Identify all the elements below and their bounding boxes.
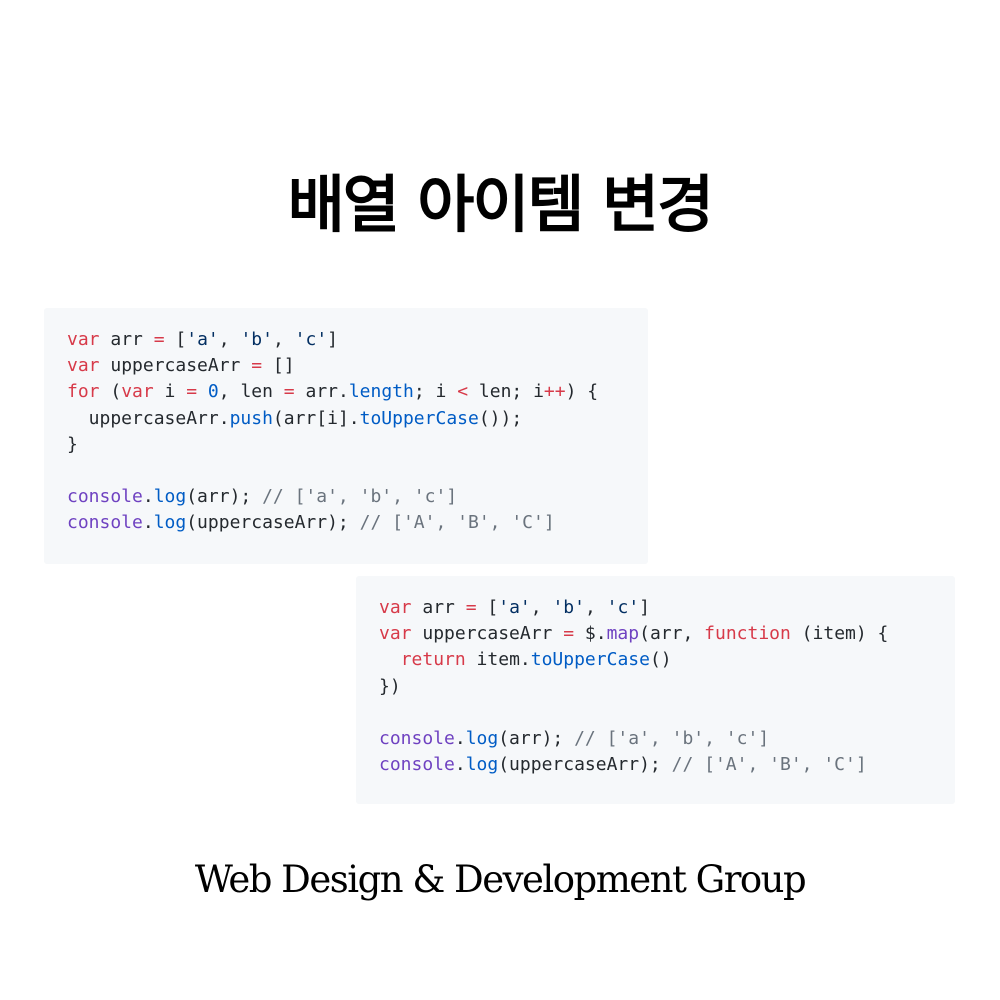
code-token-plain: , bbox=[584, 597, 607, 618]
code-token-keyword: var bbox=[67, 355, 100, 377]
code-line: console.log(uppercaseArr); // ['A', 'B',… bbox=[379, 752, 955, 778]
code-token-keyword: = bbox=[465, 597, 477, 618]
code-token-prop: toUpperCase bbox=[359, 407, 479, 429]
code-token-comment: // ['A', 'B', 'C'] bbox=[359, 512, 555, 534]
code-token-plain: (uppercaseArr); bbox=[498, 754, 672, 776]
code-token-plain: (arr, bbox=[639, 623, 705, 645]
code-token-string: 'c' bbox=[606, 597, 640, 618]
code-token-plain: uppercaseArr bbox=[99, 355, 252, 377]
code-token-plain: } bbox=[67, 433, 78, 455]
code-block-jquery-map: var arr = ['a', 'b', 'c'] var uppercaseAr… bbox=[356, 576, 955, 804]
code-token-plain: . bbox=[142, 512, 154, 534]
code-token-plain: , bbox=[272, 329, 295, 350]
code-token-plain: . bbox=[142, 486, 154, 508]
code-token-prop: length bbox=[348, 381, 414, 403]
code-token-plain: ( bbox=[99, 381, 122, 403]
code-token-plain: i bbox=[153, 381, 187, 403]
code-token-plain: arr bbox=[99, 329, 154, 350]
code-token-comment: // ['A', 'B', 'C'] bbox=[671, 754, 867, 776]
code-line: return item.toUpperCase() bbox=[379, 647, 955, 673]
code-line: var uppercaseArr = [] bbox=[67, 353, 648, 379]
code-token-keyword: return bbox=[400, 649, 466, 671]
code-token-prop: log bbox=[465, 727, 499, 749]
code-token-keyword: var bbox=[379, 623, 412, 645]
code-token-string: 'b' bbox=[552, 597, 585, 618]
code-token-func: console bbox=[379, 727, 455, 749]
code-line: var uppercaseArr = $.map(arr, function (… bbox=[379, 621, 955, 647]
code-token-string: 'a' bbox=[186, 329, 219, 350]
code-line: for (var i = 0, len = arr.length; i < le… bbox=[67, 379, 648, 405]
code-token-plain: ) { bbox=[565, 381, 599, 403]
code-token-prop: log bbox=[465, 754, 499, 776]
code-token-string: 'a' bbox=[498, 597, 531, 618]
code-token-keyword: = bbox=[153, 329, 165, 350]
code-token-plain: . bbox=[454, 727, 466, 749]
code-line: var arr = ['a', 'b', 'c'] bbox=[67, 327, 648, 353]
code-token-plain: , bbox=[530, 597, 553, 618]
code-token-plain: ] bbox=[327, 329, 338, 350]
code-token-plain: uppercaseArr bbox=[411, 623, 564, 645]
footer-group-name: Web Design & Development Group bbox=[194, 858, 807, 901]
code-token-prop: toUpperCase bbox=[530, 649, 650, 671]
code-token-plain: arr. bbox=[294, 381, 349, 403]
code-token-prop: push bbox=[229, 407, 273, 429]
code-token-plain: (uppercaseArr); bbox=[186, 512, 360, 534]
code-block-for-loop: var arr = ['a', 'b', 'c'] var uppercaseAr… bbox=[44, 308, 648, 564]
code-token-plain: . bbox=[454, 754, 466, 776]
code-token-string: 'c' bbox=[294, 329, 328, 350]
code-token-keyword: var bbox=[121, 381, 154, 403]
code-line: console.log(uppercaseArr); // ['A', 'B',… bbox=[67, 510, 648, 536]
code-token-prop: log bbox=[153, 512, 187, 534]
code-token-plain: uppercaseArr. bbox=[67, 407, 230, 429]
code-token-plain: [ bbox=[164, 329, 187, 350]
code-token-func: map bbox=[606, 623, 640, 645]
code-token-plain: [ bbox=[476, 597, 499, 618]
code-token-plain: , len bbox=[218, 381, 284, 403]
code-token-plain: (arr); bbox=[498, 727, 575, 749]
code-token-plain: , bbox=[218, 329, 241, 350]
code-token-plain: item. bbox=[465, 649, 531, 671]
code-token-plain: len; i bbox=[468, 381, 544, 403]
code-token-plain: ; i bbox=[413, 381, 458, 403]
code-token-plain: (arr[i]. bbox=[272, 407, 360, 429]
code-token-keyword: = bbox=[283, 381, 295, 403]
page-title: 배열 아이템 변경 bbox=[287, 168, 714, 241]
code-token-keyword: = bbox=[563, 623, 575, 645]
code-token-func: console bbox=[379, 754, 455, 776]
code-token-comment: // ['a', 'b', 'c'] bbox=[574, 727, 770, 749]
code-token-keyword: var bbox=[67, 329, 100, 350]
code-token-plain: $. bbox=[574, 623, 607, 645]
code-token-string: 'b' bbox=[240, 329, 273, 350]
code-token-plain: arr bbox=[411, 597, 466, 618]
code-token-plain: }) bbox=[379, 675, 401, 697]
code-token-keyword: for bbox=[67, 381, 100, 403]
code-token-comment: // ['a', 'b', 'c'] bbox=[262, 486, 458, 508]
code-line: console.log(arr); // ['a', 'b', 'c'] bbox=[67, 484, 648, 510]
code-token-keyword: var bbox=[379, 597, 412, 618]
code-token-keyword: = bbox=[186, 381, 198, 403]
code-token-keyword: function bbox=[704, 623, 791, 645]
code-token-keyword: ++ bbox=[543, 381, 566, 403]
code-line: }) bbox=[379, 674, 955, 700]
code-token-plain: (arr); bbox=[186, 486, 263, 508]
code-token-keyword: = bbox=[251, 355, 263, 377]
code-token-func: console bbox=[67, 512, 143, 534]
code-token-plain: ()); bbox=[478, 407, 523, 429]
code-token-plain: ] bbox=[639, 597, 650, 618]
code-line: console.log(arr); // ['a', 'b', 'c'] bbox=[379, 726, 955, 752]
code-token-number: 0 bbox=[207, 381, 219, 403]
code-line: uppercaseArr.push(arr[i].toUpperCase()); bbox=[67, 406, 648, 432]
code-token-plain: (item) { bbox=[790, 623, 889, 645]
code-line: } bbox=[67, 432, 648, 458]
code-token-plain: [] bbox=[262, 355, 295, 377]
code-token-keyword: < bbox=[457, 381, 469, 403]
code-line: var arr = ['a', 'b', 'c'] bbox=[379, 595, 955, 621]
code-token-prop: log bbox=[153, 486, 187, 508]
code-token-func: console bbox=[67, 486, 143, 508]
code-token-plain: () bbox=[649, 649, 672, 671]
